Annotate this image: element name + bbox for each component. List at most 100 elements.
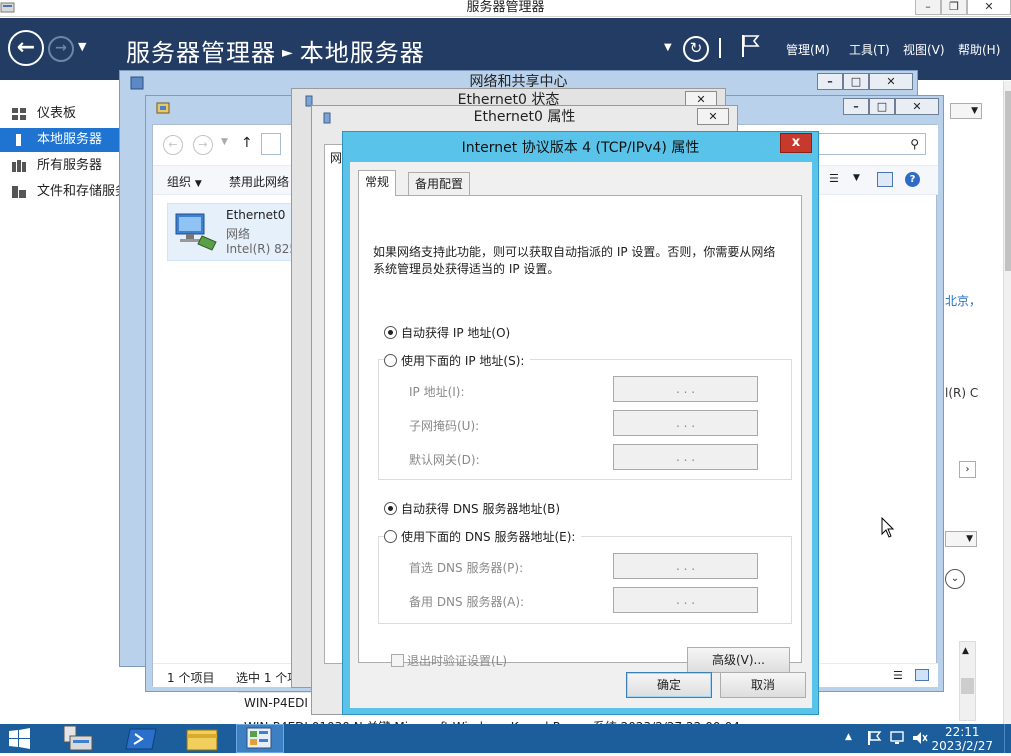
taskbar-file-explorer[interactable]: [178, 724, 226, 753]
auto-dns-label: 自动获得 DNS 服务器地址(B): [401, 502, 561, 516]
ip-address-field: . . .: [613, 376, 758, 402]
menu-view[interactable]: 视图(V): [903, 41, 945, 58]
back-arrow-icon[interactable]: ←: [8, 30, 44, 66]
breadcrumb-root[interactable]: 服务器管理器: [126, 39, 276, 67]
radio-unselected-icon[interactable]: [384, 530, 397, 543]
close-icon[interactable]: ✕: [869, 73, 913, 90]
sidebar-item-label: 仪表板: [37, 106, 77, 121]
taskbar-server-manager[interactable]: [54, 724, 102, 753]
close-icon[interactable]: ✕: [895, 98, 939, 115]
page-scrollbar[interactable]: [1003, 81, 1011, 725]
minimize-icon[interactable]: –: [843, 98, 869, 115]
validate-on-exit-checkbox[interactable]: 退出时验证设置(L): [391, 652, 507, 669]
address-bar[interactable]: [261, 133, 281, 155]
preview-pane-icon[interactable]: [877, 172, 893, 187]
ip-address-label: IP 地址(I):: [409, 385, 465, 399]
manual-ip-label: 使用下面的 IP 地址(S):: [401, 354, 525, 368]
page-scroll-thumb[interactable]: [1005, 91, 1011, 271]
sidebar-item-all-servers[interactable]: 所有服务器: [0, 154, 120, 178]
auto-dns-radio[interactable]: 自动获得 DNS 服务器地址(B): [384, 500, 560, 517]
adapter-item-ethernet0[interactable]: Ethernet0 网络 Intel(R) 825: [167, 203, 307, 261]
checkbox-unchecked-icon[interactable]: [391, 654, 404, 667]
ethernet-props-tab[interactable]: 网: [330, 149, 342, 166]
notifications-flag-icon[interactable]: [740, 34, 760, 58]
menu-manage[interactable]: 管理(M): [786, 41, 830, 58]
refresh-icon[interactable]: ↻: [683, 36, 709, 62]
ipv4-dialog-body: 常规 备用配置 如果网络支持此功能，则可以获取自动指派的 IP 设置。否则，你需…: [350, 162, 812, 708]
default-gateway-field: . . .: [613, 444, 758, 470]
server-manager-icon: [63, 725, 93, 751]
disable-device-button[interactable]: 禁用此网络: [229, 173, 289, 190]
up-arrow-icon[interactable]: ↑: [241, 135, 253, 151]
scroll-thumb[interactable]: [961, 678, 974, 694]
sidebar-item-file-storage[interactable]: 文件和存储服务: [0, 180, 120, 204]
history-dropdown-icon[interactable]: ▼: [78, 40, 86, 53]
large-icons-view-icon[interactable]: [915, 669, 929, 681]
sidebar-item-dashboard[interactable]: 仪表板: [0, 102, 120, 126]
organize-label: 组织: [167, 175, 192, 189]
events-tasks-dropdown-icon[interactable]: ▼: [945, 531, 977, 547]
taskbar-network-connections[interactable]: [236, 724, 284, 753]
preferred-dns-label: 首选 DNS 服务器(P):: [409, 561, 524, 575]
header-divider: [719, 38, 721, 58]
radio-unselected-icon[interactable]: [384, 354, 397, 367]
minimize-icon[interactable]: –: [915, 0, 941, 15]
advanced-button[interactable]: 高级(V)...: [687, 647, 790, 673]
table-row[interactable]: WIN-P4EDI: [244, 696, 308, 710]
volume-icon[interactable]: [911, 730, 929, 746]
view-dropdown-icon[interactable]: ▼: [853, 173, 860, 183]
scroll-right-icon[interactable]: ›: [959, 461, 976, 478]
all-servers-icon: [12, 160, 26, 172]
change-view-icon[interactable]: ☰: [829, 172, 847, 188]
restore-icon[interactable]: ❐: [941, 0, 967, 15]
show-hidden-icons[interactable]: ▲: [845, 732, 852, 742]
ethernet-props-title: Ethernet0 属性: [473, 109, 576, 125]
default-gateway-value: . . .: [675, 450, 696, 464]
close-icon[interactable]: ✕: [697, 108, 729, 125]
show-desktop-button[interactable]: [1004, 724, 1011, 753]
cancel-button[interactable]: 取消: [720, 672, 806, 698]
tab-general[interactable]: 常规: [358, 170, 397, 196]
menu-help[interactable]: 帮助(H): [958, 41, 1000, 58]
window-controls: – ❐ ✕: [915, 0, 1011, 15]
help-icon[interactable]: ?: [905, 172, 920, 187]
clock-time: 22:11: [944, 725, 980, 739]
forward-arrow-icon[interactable]: →: [193, 135, 213, 155]
details-view-icon[interactable]: ☰: [893, 669, 903, 682]
events-scrollbar[interactable]: ▲: [959, 641, 976, 721]
dashboard-icon: [12, 108, 26, 120]
network-tray-icon[interactable]: [889, 730, 907, 746]
general-tab-panel: 如果网络支持此功能，则可以获取自动指派的 IP 设置。否则，你需要从网络系统管理…: [358, 195, 802, 673]
scroll-up-icon[interactable]: ▲: [962, 646, 969, 656]
recent-dropdown-icon[interactable]: ▼: [221, 137, 228, 147]
taskbar-powershell[interactable]: [118, 724, 166, 753]
close-icon[interactable]: ✕: [967, 0, 1011, 15]
radio-selected-icon[interactable]: [384, 326, 397, 339]
timezone-link-fragment[interactable]: 北京，: [945, 292, 981, 309]
sidebar-item-local-server[interactable]: 本地服务器: [0, 128, 120, 152]
manual-dns-group: 首选 DNS 服务器(P): . . . 备用 DNS 服务器(A): . . …: [378, 536, 792, 624]
tab-alternate-config[interactable]: 备用配置: [408, 172, 471, 196]
action-center-flag-icon[interactable]: [866, 730, 882, 746]
auto-ip-radio[interactable]: 自动获得 IP 地址(O): [384, 324, 510, 341]
system-clock[interactable]: 22:11 2023/2/27: [931, 725, 993, 753]
start-button[interactable]: [0, 724, 48, 753]
maximize-icon[interactable]: □: [843, 73, 869, 90]
minimize-icon[interactable]: –: [817, 73, 843, 90]
network-adapter-icon: [175, 213, 217, 251]
expand-section-icon[interactable]: ⌄: [945, 569, 965, 589]
ok-button[interactable]: 确定: [626, 672, 712, 698]
refresh-dropdown-icon[interactable]: ▼: [664, 42, 672, 53]
manual-ip-radio[interactable]: 使用下面的 IP 地址(S):: [384, 352, 531, 369]
close-icon[interactable]: x: [780, 133, 812, 153]
tasks-dropdown-icon[interactable]: ▼: [950, 103, 982, 119]
local-server-icon: [16, 134, 21, 146]
back-arrow-icon[interactable]: ←: [163, 135, 183, 155]
manual-dns-radio[interactable]: 使用下面的 DNS 服务器地址(E):: [384, 528, 582, 545]
forward-arrow-icon[interactable]: →: [48, 36, 74, 62]
radio-selected-icon[interactable]: [384, 502, 397, 515]
maximize-icon[interactable]: □: [869, 98, 895, 115]
server-manager-app-icon: [0, 2, 15, 13]
menu-tools[interactable]: 工具(T): [849, 41, 890, 58]
organize-button[interactable]: 组织 ▼: [167, 173, 202, 190]
